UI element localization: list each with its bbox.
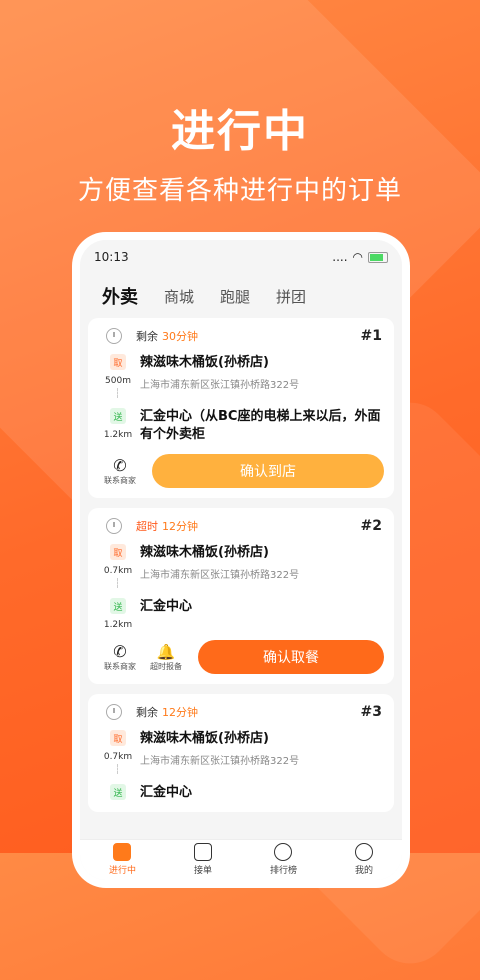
timer-value: 12分钟 [162,520,198,533]
route-line [117,578,119,588]
drop-distance: 1.2km [103,620,133,630]
timeout-report-button[interactable]: 🔔 超时报备 [146,643,186,672]
trophy-icon [274,842,293,861]
order-card[interactable]: 剩余 12分钟 #3 取 0.7km 辣滋味木桶饭(孙桥店) 上海市浦东新区张江… [88,694,394,812]
drop-name: 汇金中心 [140,599,193,614]
order-card[interactable]: 超时 12分钟 #2 取 0.7km 辣滋味木桶饭(孙桥店) 上海市浦东新区张江… [88,508,394,684]
hero-title: 进行中 [171,106,309,157]
tab-waimai[interactable]: 外卖 [102,283,138,309]
pickup-distance: 0.7km [103,566,133,576]
timer-label: 超时 [136,520,158,533]
clock-icon [106,518,122,534]
pickup-badge: 取 [110,544,126,560]
tabbar-label: 进行中 [108,865,136,876]
order-number: #3 [360,704,382,720]
drop-badge: 送 [110,408,126,424]
pickup-distance: 0.7km [103,752,133,762]
wifi-icon: ◠ [352,250,363,264]
clock-icon [113,842,132,861]
timer-label: 剩余 [136,706,158,719]
contact-label: 联系商家 [104,661,136,671]
pickup-name: 辣滋味木桶饭(孙桥店) [140,731,269,746]
contact-label: 联系商家 [104,475,136,485]
smile-icon [354,842,373,861]
pickup-badge: 取 [110,354,126,370]
drop-badge: 送 [110,598,126,614]
phone-frame: 10:13 .... ◠ 外卖 商城 跑腿 拼团 剩余 30分钟 #1 取 50… [80,240,402,880]
contact-merchant-button[interactable]: ✆ 联系商家 [100,641,140,672]
bottom-tab-bar: 进行中 接单 排行榜 我的 [80,839,402,880]
contact-merchant-button[interactable]: ✆ 联系商家 [100,455,140,486]
tabbar-item-in-progress[interactable]: 进行中 [108,842,136,876]
tab-paotui[interactable]: 跑腿 [220,286,250,307]
tabbar-item-orders[interactable]: 接单 [193,842,212,876]
tabbar-label: 我的 [354,865,373,876]
timer-value: 12分钟 [162,706,198,719]
tabbar-item-ranking[interactable]: 排行榜 [269,842,297,876]
category-tabs: 外卖 商城 跑腿 拼团 [80,274,402,318]
timer-value: 30分钟 [162,330,198,343]
route-line [117,764,119,774]
drop-name: 汇金中心（从BC座的电梯上来以后，外面有个外卖柜 [140,409,381,442]
hero-subtitle: 方便查看各种进行中的订单 [77,176,402,206]
clock-icon [106,704,122,720]
confirm-pickup-button[interactable]: 确认取餐 [198,640,384,674]
status-time: 10:13 [94,250,129,264]
pickup-name: 辣滋味木桶饭(孙桥店) [140,545,269,560]
timer-label: 剩余 [136,330,158,343]
report-label: 超时报备 [150,661,182,671]
phone-icon: ✆ [113,455,127,475]
tab-shangcheng[interactable]: 商城 [164,286,194,307]
list-icon [193,842,212,861]
phone-icon: ✆ [113,641,127,661]
route-line [117,388,119,398]
drop-distance: 1.2km [103,430,133,440]
order-number: #2 [360,518,382,534]
tabbar-label: 排行榜 [269,865,297,876]
pickup-address: 上海市浦东新区张江镇孙桥路322号 [140,756,300,767]
drop-badge: 送 [110,784,126,800]
drop-name: 汇金中心 [140,785,193,800]
clock-icon [106,328,122,344]
pickup-name: 辣滋味木桶饭(孙桥店) [140,355,269,370]
confirm-arrival-button[interactable]: 确认到店 [152,454,384,488]
pickup-address: 上海市浦东新区张江镇孙桥路322号 [140,570,300,581]
pickup-badge: 取 [110,730,126,746]
pickup-distance: 500m [105,376,131,386]
pickup-address: 上海市浦东新区张江镇孙桥路322号 [140,380,300,391]
status-bar: 10:13 .... ◠ [80,240,402,274]
status-right: .... ◠ [332,250,388,264]
bell-icon: 🔔 [156,642,176,661]
order-number: #1 [360,328,382,344]
tab-pintuan[interactable]: 拼团 [276,286,306,307]
signal-dots: .... [332,250,348,264]
order-card[interactable]: 剩余 30分钟 #1 取 500m 辣滋味木桶饭(孙桥店) 上海市浦东新区张江镇… [88,318,394,498]
battery-icon [368,251,388,263]
tabbar-label: 接单 [193,865,212,876]
tabbar-item-mine[interactable]: 我的 [354,842,373,876]
